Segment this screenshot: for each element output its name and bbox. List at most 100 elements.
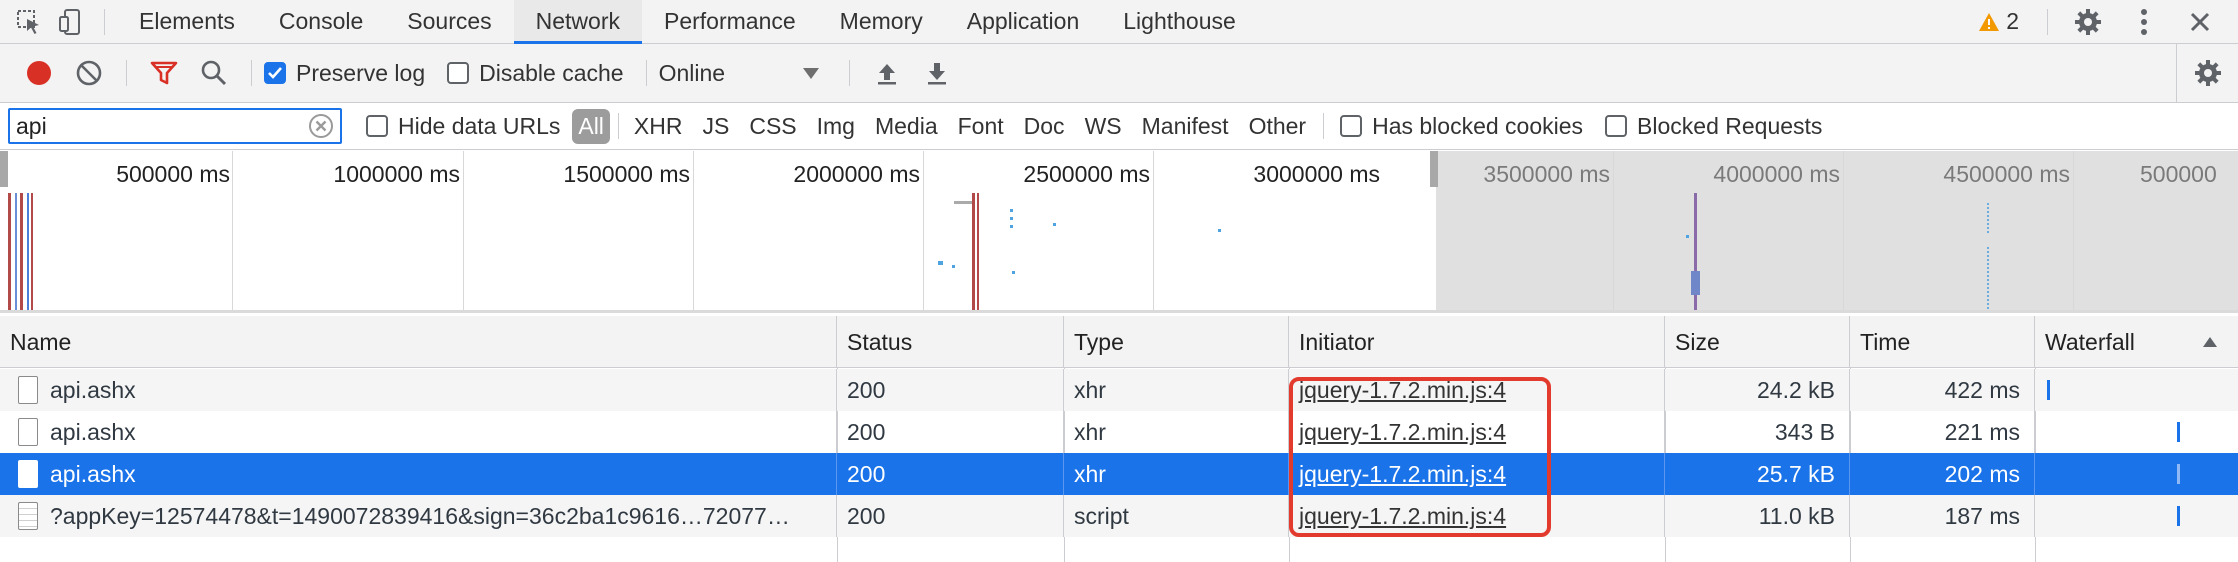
cell-time: 221 ms bbox=[1850, 411, 2035, 453]
column-header-waterfall[interactable]: Waterfall bbox=[2035, 316, 2238, 368]
has-blocked-cookies-checkbox[interactable]: Has blocked cookies bbox=[1340, 113, 1583, 140]
record-icon[interactable] bbox=[14, 44, 64, 103]
blocked-requests-checkbox[interactable]: Blocked Requests bbox=[1605, 113, 1822, 140]
tab-network[interactable]: Network bbox=[513, 0, 642, 44]
divider bbox=[104, 8, 105, 35]
type-filter-xhr[interactable]: XHR bbox=[625, 109, 692, 144]
cell-size: 25.7 kB bbox=[1665, 453, 1850, 495]
overview-activity-mark bbox=[954, 201, 974, 204]
warnings-counter[interactable]: 2 bbox=[1978, 8, 2019, 35]
table-row[interactable]: api.ashx 200 xhr jquery-1.7.2.min.js:4 3… bbox=[0, 411, 2238, 453]
column-header-initiator[interactable]: Initiator bbox=[1289, 316, 1665, 368]
column-header-label: Name bbox=[10, 328, 72, 355]
clear-icon[interactable] bbox=[64, 44, 114, 103]
tab-lighthouse[interactable]: Lighthouse bbox=[1101, 0, 1258, 44]
type-filter-doc[interactable]: Doc bbox=[1015, 109, 1074, 144]
cell-type: xhr bbox=[1064, 453, 1289, 495]
waterfall-bar bbox=[2047, 380, 2050, 400]
cell-name: api.ashx bbox=[0, 453, 837, 495]
cell-size: 343 B bbox=[1665, 411, 1850, 453]
preserve-log-checkbox[interactable]: Preserve log bbox=[264, 60, 425, 87]
type-filter-font[interactable]: Font bbox=[949, 109, 1013, 144]
tabbar-actions: 2 bbox=[1978, 0, 2238, 44]
overview-tick-label: 2000000 ms bbox=[793, 161, 920, 187]
devtools-window: Elements Console Sources Network Perform… bbox=[0, 0, 2238, 562]
cell-initiator: jquery-1.7.2.min.js:4 bbox=[1289, 411, 1665, 453]
overview-activity-mark bbox=[1987, 203, 1989, 233]
table-row-selected[interactable]: api.ashx 200 xhr jquery-1.7.2.min.js:4 2… bbox=[0, 453, 2238, 495]
waterfall-bar bbox=[2177, 464, 2180, 484]
column-header-size[interactable]: Size bbox=[1665, 316, 1850, 368]
overview-activity-mark bbox=[1218, 229, 1221, 232]
type-filter-other[interactable]: Other bbox=[1240, 109, 1316, 144]
initiator-link[interactable]: jquery-1.7.2.min.js:4 bbox=[1299, 377, 1506, 404]
search-icon[interactable] bbox=[189, 44, 239, 103]
column-header-status[interactable]: Status bbox=[837, 316, 1064, 368]
type-filter-js[interactable]: JS bbox=[693, 109, 738, 144]
tab-console[interactable]: Console bbox=[257, 0, 385, 44]
network-settings-gear-icon[interactable] bbox=[2176, 43, 2238, 103]
type-filter-img[interactable]: Img bbox=[808, 109, 864, 144]
overview-left-handle[interactable] bbox=[0, 151, 8, 187]
type-filter-manifest[interactable]: Manifest bbox=[1133, 109, 1238, 144]
hide-data-urls-checkbox[interactable]: Hide data URLs bbox=[366, 113, 560, 140]
tab-label: Elements bbox=[139, 8, 235, 34]
tab-performance[interactable]: Performance bbox=[642, 0, 818, 44]
column-header-label: Initiator bbox=[1299, 328, 1375, 355]
column-header-time[interactable]: Time bbox=[1850, 316, 2035, 368]
disable-cache-label: Disable cache bbox=[479, 59, 624, 86]
initiator-link[interactable]: jquery-1.7.2.min.js:4 bbox=[1299, 503, 1506, 530]
request-name: api.ashx bbox=[50, 418, 136, 445]
waterfall-bar bbox=[2177, 422, 2180, 442]
filter-funnel-icon[interactable] bbox=[139, 44, 189, 103]
tab-sources[interactable]: Sources bbox=[385, 0, 513, 44]
tab-memory[interactable]: Memory bbox=[818, 0, 945, 44]
more-options-icon[interactable] bbox=[2116, 0, 2172, 44]
network-overview-timeline[interactable]: 500000 ms 1000000 ms 1500000 ms 2000000 … bbox=[0, 151, 2238, 313]
throttling-select[interactable]: Online bbox=[659, 60, 819, 87]
device-toolbar-icon[interactable] bbox=[50, 0, 92, 44]
inspect-element-icon[interactable] bbox=[8, 0, 50, 44]
overview-right-handle[interactable] bbox=[1430, 151, 1438, 187]
close-icon[interactable] bbox=[2172, 0, 2228, 44]
import-har-upload-icon[interactable] bbox=[862, 44, 912, 103]
devtools-tabbar: Elements Console Sources Network Perform… bbox=[0, 0, 2238, 44]
type-filter-css[interactable]: CSS bbox=[740, 109, 805, 144]
tab-application[interactable]: Application bbox=[945, 0, 1102, 44]
clear-filter-icon[interactable] bbox=[308, 113, 334, 139]
tab-label: Network bbox=[535, 8, 620, 34]
type-filter-media[interactable]: Media bbox=[866, 109, 947, 144]
overview-tick-label: 3500000 ms bbox=[1483, 161, 1610, 187]
type-filter-ws[interactable]: WS bbox=[1076, 109, 1131, 144]
table-row[interactable]: api.ashx 200 xhr jquery-1.7.2.min.js:4 2… bbox=[0, 369, 2238, 411]
cell-initiator: jquery-1.7.2.min.js:4 bbox=[1289, 369, 1665, 411]
cell-type: xhr bbox=[1064, 369, 1289, 411]
tab-label: Sources bbox=[407, 8, 492, 34]
table-row[interactable]: ?appKey=12574478&t=1490072839416&sign=36… bbox=[0, 495, 2238, 537]
tab-label: Application bbox=[966, 8, 1080, 34]
column-header-type[interactable]: Type bbox=[1064, 316, 1289, 368]
overview-activity-mark bbox=[977, 193, 979, 310]
script-file-icon bbox=[18, 502, 38, 530]
cell-size: 24.2 kB bbox=[1665, 369, 1850, 411]
initiator-link[interactable]: jquery-1.7.2.min.js:4 bbox=[1299, 419, 1506, 446]
type-filter-all[interactable]: All bbox=[572, 108, 610, 144]
cell-size: 11.0 kB bbox=[1665, 495, 1850, 537]
overview-activity-mark bbox=[1010, 225, 1013, 228]
column-header-name[interactable]: Name bbox=[0, 316, 837, 368]
cell-name: api.ashx bbox=[0, 369, 837, 411]
overview-tick-label: 1000000 ms bbox=[333, 161, 460, 187]
export-har-download-icon[interactable] bbox=[912, 44, 962, 103]
disable-cache-checkbox[interactable]: Disable cache bbox=[447, 59, 624, 87]
initiator-link[interactable]: jquery-1.7.2.min.js:4 bbox=[1299, 461, 1506, 488]
filter-input-value: api bbox=[16, 112, 47, 139]
filter-input[interactable]: api bbox=[8, 108, 342, 144]
settings-gear-icon[interactable] bbox=[2060, 0, 2116, 44]
column-header-label: Size bbox=[1675, 328, 1720, 355]
overview-activity-mark bbox=[1053, 223, 1056, 226]
tab-label: Performance bbox=[664, 8, 796, 34]
cell-name: ?appKey=12574478&t=1490072839416&sign=36… bbox=[0, 495, 837, 537]
divider bbox=[645, 60, 647, 86]
tab-elements[interactable]: Elements bbox=[117, 0, 257, 44]
overview-activity-mark bbox=[15, 193, 17, 310]
